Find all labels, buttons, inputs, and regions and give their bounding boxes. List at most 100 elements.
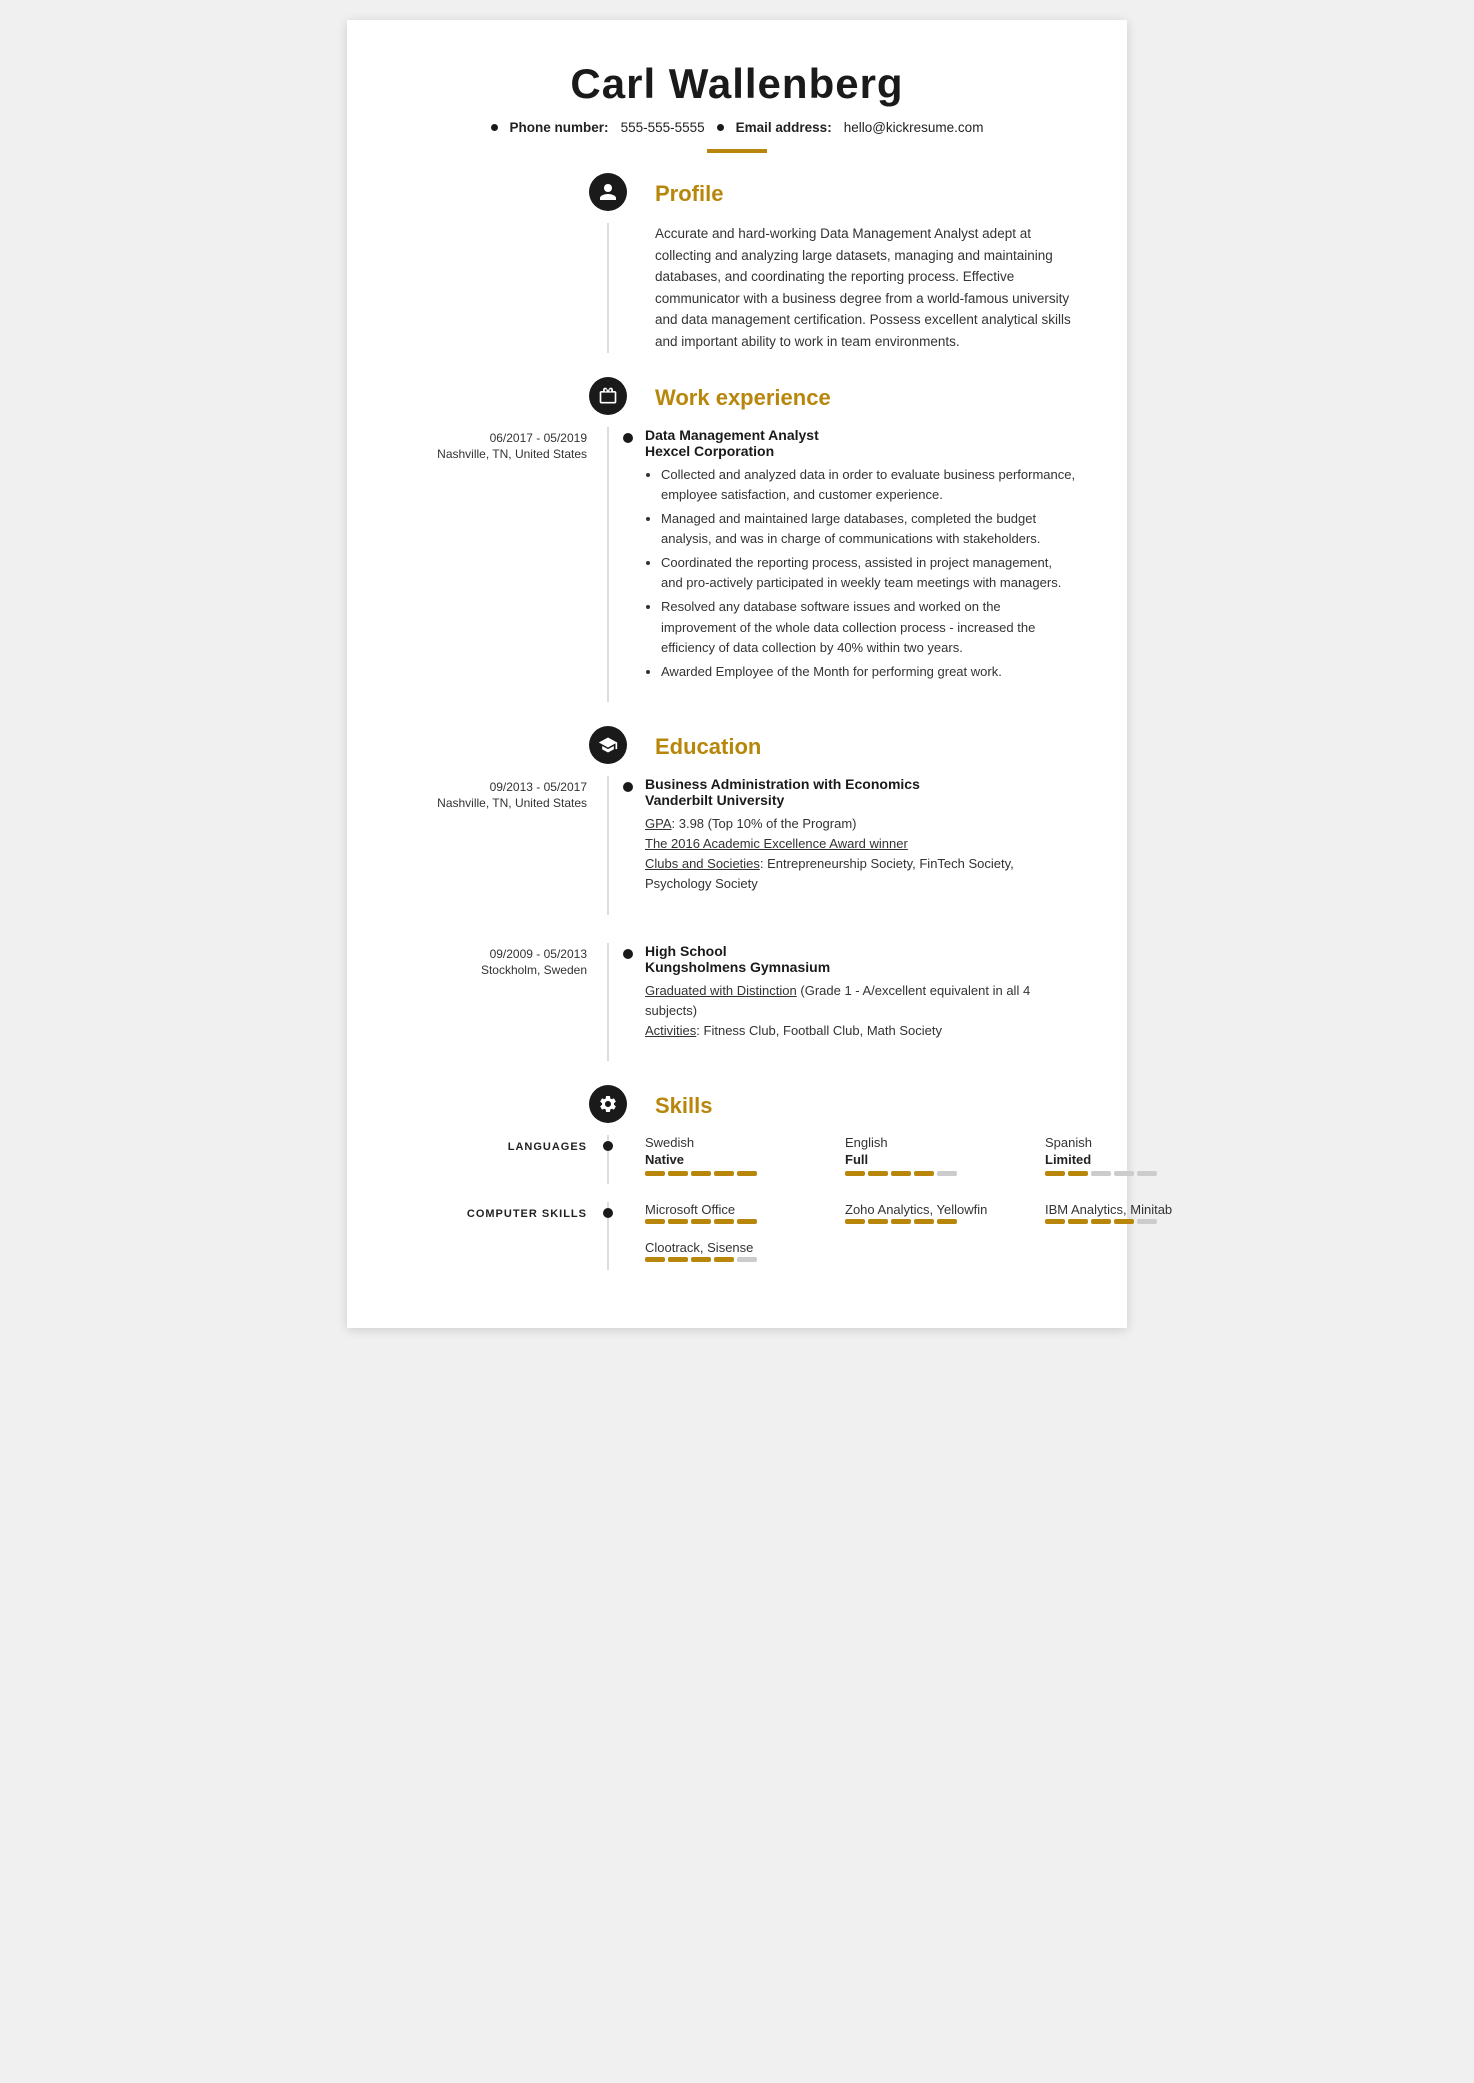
work-body: Collected and analyzed data in order to … (645, 465, 1077, 682)
bar (645, 1171, 665, 1176)
edu-header-right: Education (607, 730, 1077, 760)
edu-title-2: High School (645, 943, 1077, 959)
award-text: The 2016 Academic Excellence Award winne… (645, 836, 908, 851)
bar (868, 1219, 888, 1224)
computer-skills-bullet (603, 1208, 613, 1218)
languages-category: LANGUAGES (508, 1141, 587, 1153)
english-bars (845, 1171, 1025, 1176)
edu-body-1: GPA: 3.98 (Top 10% of the Program) The 2… (645, 814, 1077, 895)
language-spanish: Spanish Limited (1045, 1135, 1225, 1176)
spanish-name: Spanish (1045, 1135, 1225, 1150)
edu-award: The 2016 Academic Excellence Award winne… (645, 834, 1077, 854)
bar (1045, 1219, 1065, 1224)
work-location: Nashville, TN, United States (397, 447, 587, 461)
edu-location-2: Stockholm, Sweden (397, 963, 587, 977)
edu-entry-content-1: Business Administration with Economics V… (629, 776, 1077, 895)
languages-bullet (603, 1141, 613, 1151)
email-value: hello@kickresume.com (844, 120, 984, 135)
work-bullet-4: Resolved any database software issues an… (661, 597, 1077, 657)
bar (868, 1171, 888, 1176)
activities-label: Activities (645, 1023, 696, 1038)
work-title: Data Management Analyst (645, 427, 1077, 443)
skill-clootrack: Clootrack, Sisense (645, 1240, 825, 1262)
edu-date-2: 09/2009 - 05/2013 (397, 945, 587, 963)
bar (1137, 1171, 1157, 1176)
profile-left (397, 223, 607, 353)
bar (845, 1219, 865, 1224)
profile-header-right: Profile (607, 177, 1077, 207)
work-date: 06/2017 - 05/2019 (397, 429, 587, 447)
edu-content-col-1: Business Administration with Economics V… (607, 776, 1077, 915)
edu-date-col-2: 09/2009 - 05/2013 Stockholm, Sweden (397, 943, 607, 1061)
bar (645, 1257, 665, 1262)
edu-entry-1: 09/2013 - 05/2017 Nashville, TN, United … (397, 776, 1077, 915)
edu-date-1: 09/2013 - 05/2017 (397, 778, 587, 796)
ms-office-bars (645, 1219, 825, 1224)
ibm-name: IBM Analytics, Minitab (1045, 1202, 1225, 1217)
education-section-title: Education (655, 730, 1077, 760)
gpa-label: GPA (645, 816, 672, 831)
skill-zoho: Zoho Analytics, Yellowfin (845, 1202, 1025, 1224)
work-entry-content: Data Management Analyst Hexcel Corporati… (629, 427, 1077, 682)
bar (1114, 1219, 1134, 1224)
bar (891, 1171, 911, 1176)
spanish-level: Limited (1045, 1152, 1225, 1167)
work-bullet-3: Coordinated the reporting process, assis… (661, 553, 1077, 593)
edu-gpa: GPA: 3.98 (Top 10% of the Program) (645, 814, 1077, 834)
email-label: Email address: (736, 120, 832, 135)
candidate-name: Carl Wallenberg (397, 60, 1077, 108)
bar (714, 1171, 734, 1176)
profile-section-header: Profile (397, 177, 1077, 207)
bar (1091, 1171, 1111, 1176)
header: Carl Wallenberg Phone number: 555-555-55… (397, 60, 1077, 153)
edu-content-col-2: High School Kungsholmens Gymnasium Gradu… (607, 943, 1077, 1061)
ms-office-name: Microsoft Office (645, 1202, 825, 1217)
header-divider (707, 149, 767, 153)
bar (645, 1219, 665, 1224)
grad-label: Graduated with Distinction (645, 983, 797, 998)
activities-value: Fitness Club, Football Club, Math Societ… (704, 1023, 942, 1038)
work-bullets-list: Collected and analyzed data in order to … (645, 465, 1077, 682)
edu-location-1: Nashville, TN, United States (397, 796, 587, 810)
bullet-dot-1 (491, 124, 498, 131)
work-icon (589, 377, 627, 415)
swedish-level: Native (645, 1152, 825, 1167)
bar (1045, 1171, 1065, 1176)
education-section-header: Education (397, 730, 1077, 760)
zoho-name: Zoho Analytics, Yellowfin (845, 1202, 1025, 1217)
bar (714, 1219, 734, 1224)
work-bullet-1: Collected and analyzed data in order to … (661, 465, 1077, 505)
skills-section-header: Skills (397, 1089, 1077, 1119)
bullet-dot-2 (717, 124, 724, 131)
computer-row-2: Clootrack, Sisense (645, 1240, 1235, 1270)
bar (714, 1257, 734, 1262)
skills-header-left (397, 1089, 607, 1119)
bar (737, 1219, 757, 1224)
edu-grad: Graduated with Distinction (Grade 1 - A/… (645, 981, 1077, 1021)
skills-header-right: Skills (607, 1089, 1077, 1119)
clootrack-name: Clootrack, Sisense (645, 1240, 825, 1255)
bar (737, 1257, 757, 1262)
zoho-bars (845, 1219, 1025, 1224)
language-english: English Full (845, 1135, 1025, 1176)
bar (1068, 1171, 1088, 1176)
profile-right: Accurate and hard-working Data Managemen… (607, 223, 1077, 353)
resume-document: Carl Wallenberg Phone number: 555-555-55… (347, 20, 1127, 1328)
contact-line: Phone number: 555-555-5555 Email address… (397, 120, 1077, 135)
work-bullet-5: Awarded Employee of the Month for perfor… (661, 662, 1077, 682)
phone-value: 555-555-5555 (621, 120, 705, 135)
bar (914, 1219, 934, 1224)
computer-skills-items: Microsoft Office Zoho Analytics, Yellowf… (645, 1202, 1235, 1270)
languages-label-col: LANGUAGES (397, 1135, 607, 1184)
edu-entry-2: 09/2009 - 05/2013 Stockholm, Sweden High… (397, 943, 1077, 1061)
work-date-col: 06/2017 - 05/2019 Nashville, TN, United … (397, 427, 607, 702)
edu-header-left (397, 730, 607, 760)
swedish-name: Swedish (645, 1135, 825, 1150)
edu-bullet-2 (623, 949, 633, 959)
gpa-value: 3.98 (Top 10% of the Program) (679, 816, 857, 831)
spanish-bars (1045, 1171, 1225, 1176)
profile-section: Accurate and hard-working Data Managemen… (397, 223, 1077, 353)
english-level: Full (845, 1152, 1025, 1167)
bar (891, 1219, 911, 1224)
skill-ms-office: Microsoft Office (645, 1202, 825, 1224)
